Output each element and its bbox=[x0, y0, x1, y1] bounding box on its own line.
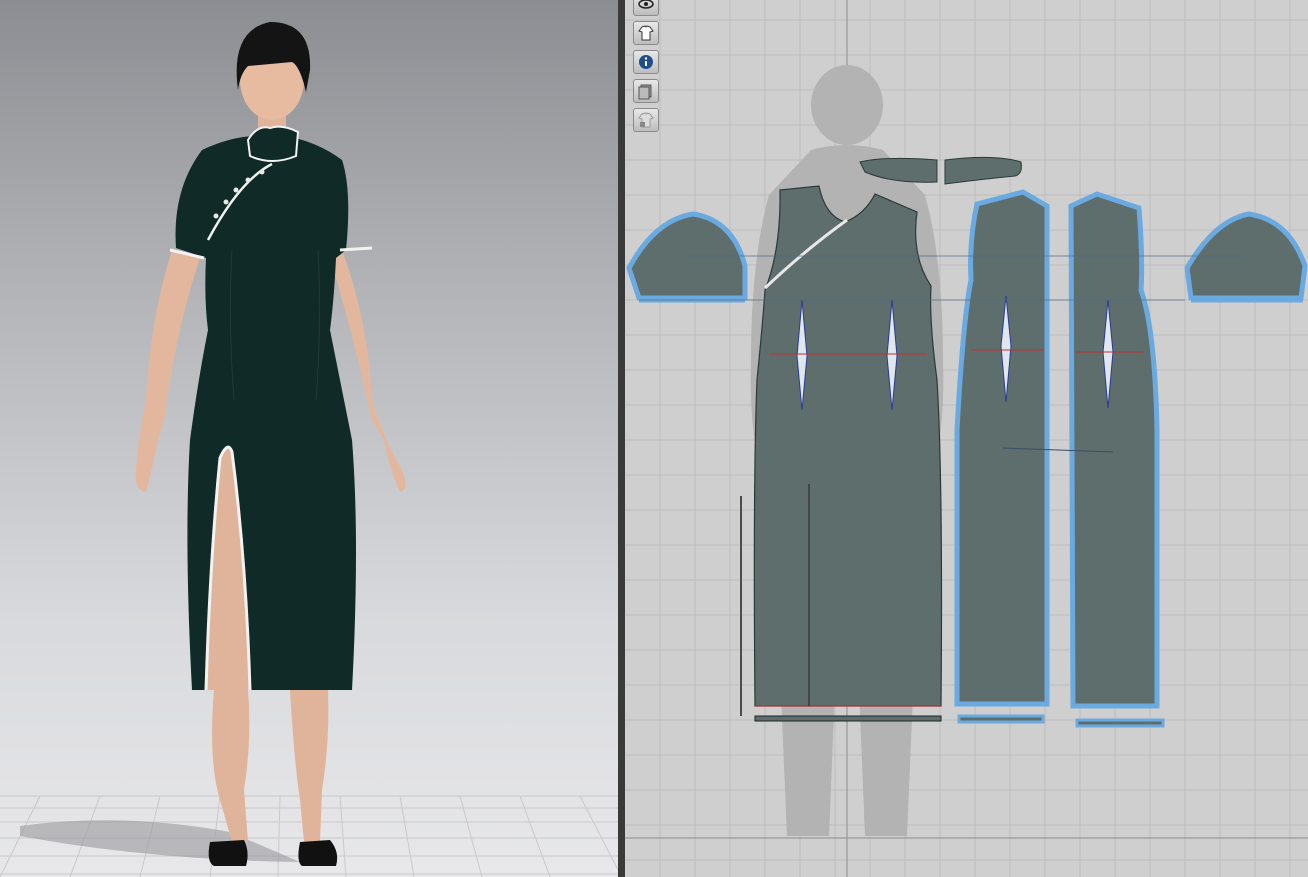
show-garment-icon[interactable] bbox=[633, 21, 659, 45]
info-icon[interactable] bbox=[633, 50, 659, 74]
pattern-piece-back-left bbox=[954, 189, 1050, 707]
viewport-3d[interactable] bbox=[0, 0, 618, 877]
back-hem-facing-right bbox=[1075, 718, 1165, 728]
pattern-canvas[interactable] bbox=[625, 0, 1308, 877]
back-hem-facing-left bbox=[957, 714, 1045, 724]
collar bbox=[246, 125, 300, 162]
right-leg bbox=[290, 690, 329, 842]
pattern-piece-back-right bbox=[1068, 191, 1160, 709]
pattern-toolbar bbox=[633, 0, 663, 132]
front-hem-facing bbox=[754, 715, 942, 722]
viewport-2d[interactable] bbox=[625, 0, 1308, 877]
pattern-piece-front bbox=[753, 185, 943, 707]
dress-body bbox=[175, 136, 356, 690]
lock-garment-icon[interactable] bbox=[633, 108, 659, 132]
viewport-divider[interactable] bbox=[618, 0, 625, 877]
right-shoe bbox=[298, 840, 338, 866]
sleeve-hem-right bbox=[339, 246, 373, 252]
show-avatar-eye-icon[interactable] bbox=[633, 0, 659, 16]
layer-icon[interactable] bbox=[633, 79, 659, 103]
avatar-scene bbox=[0, 22, 618, 877]
left-shoe bbox=[208, 840, 248, 866]
